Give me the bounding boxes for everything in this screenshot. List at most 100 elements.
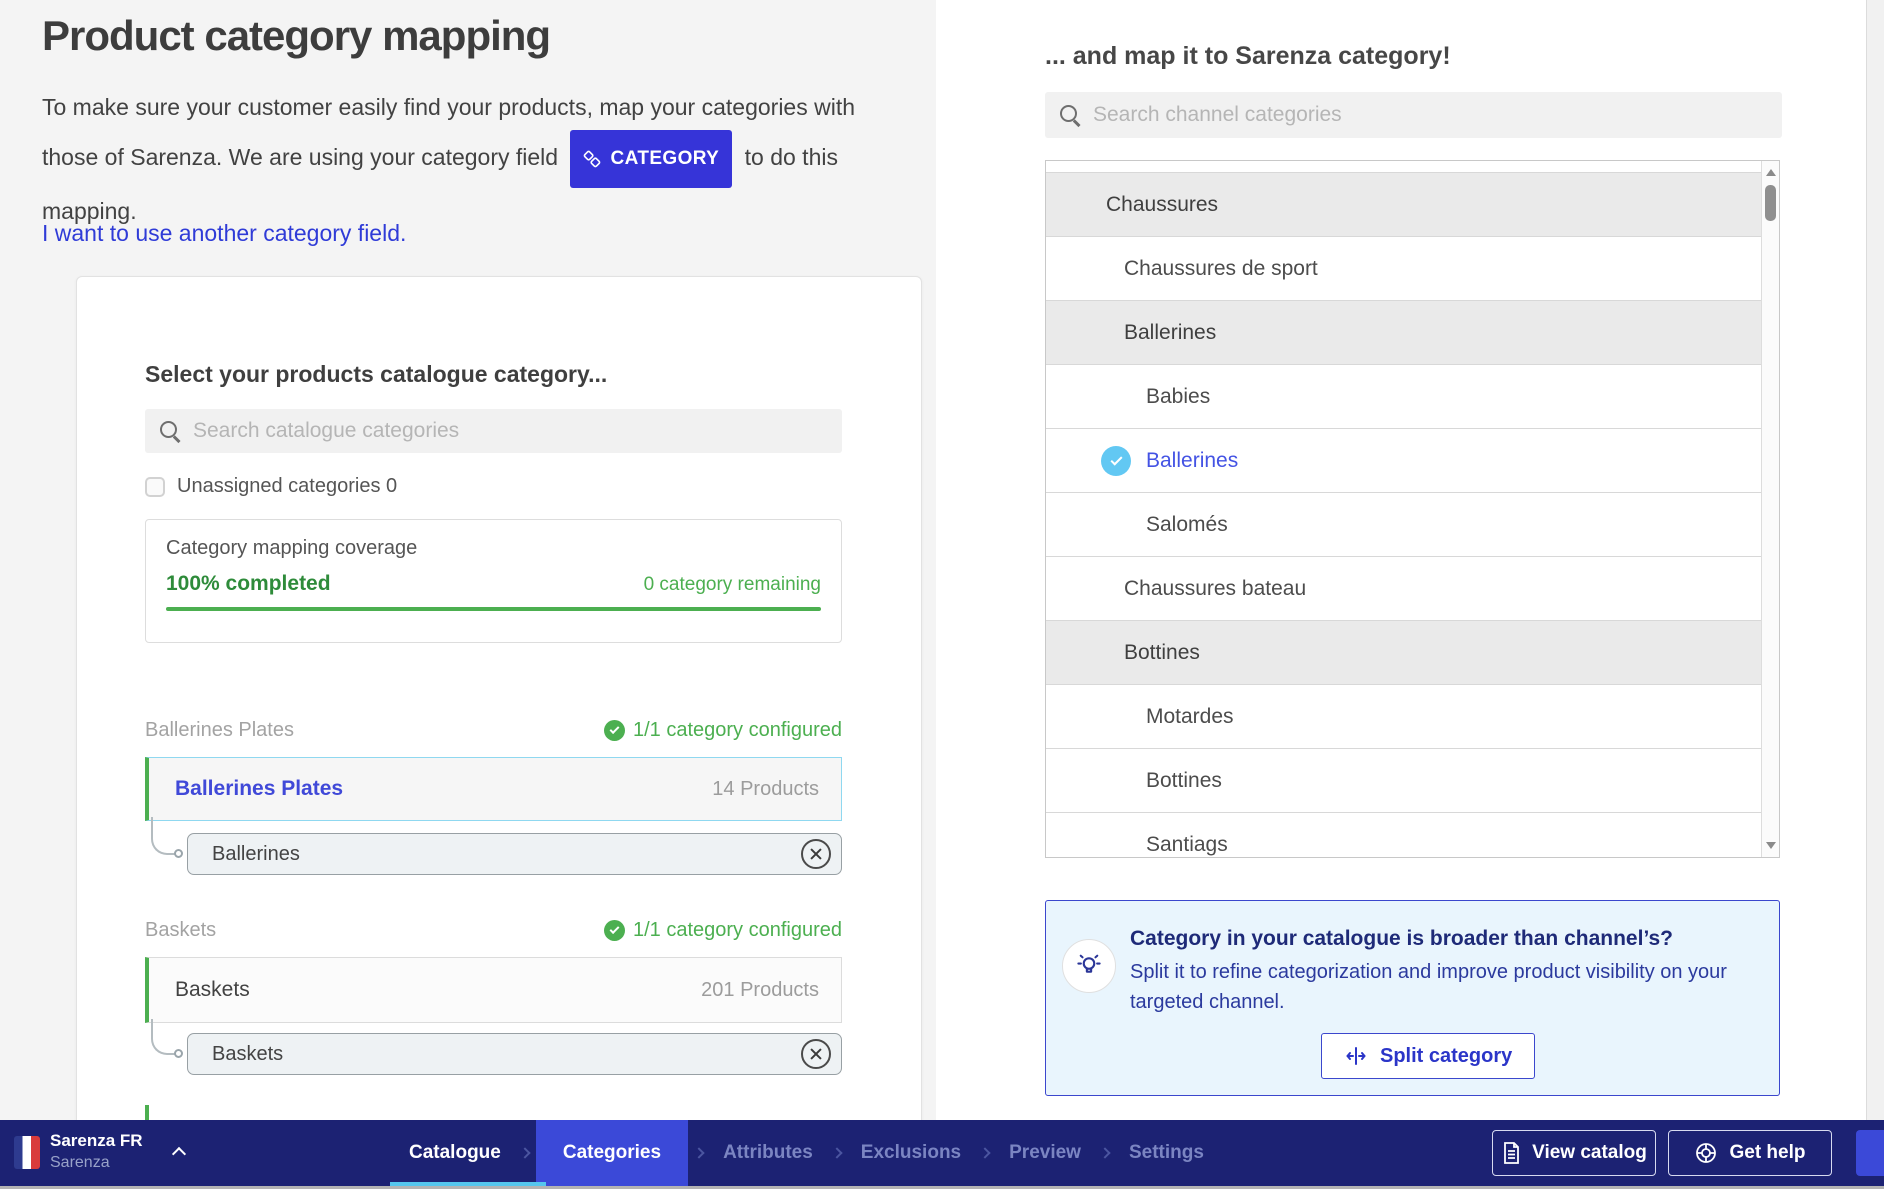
list-item-santiags[interactable]: Santiags	[1046, 813, 1762, 858]
mapped-chip-baskets: Baskets	[187, 1033, 842, 1075]
configured-label: 1/1 category configured	[633, 919, 842, 942]
catalogue-category-products: 14 Products	[712, 778, 819, 801]
coverage-row: 100% completed 0 category remaining	[166, 572, 821, 596]
step-settings[interactable]: Settings	[1116, 1142, 1217, 1164]
category-label: Salomés	[1146, 513, 1228, 537]
check-circle-icon	[604, 720, 625, 741]
mapped-chip-ballerines: Ballerines	[187, 833, 842, 875]
chevron-right-icon	[693, 1147, 704, 1158]
split-category-tip: Category in your catalogue is broader th…	[1045, 900, 1780, 1096]
catalogue-category-baskets[interactable]: Baskets 201 Products	[145, 957, 842, 1023]
list-item-babies[interactable]: Babies	[1046, 365, 1762, 429]
tip-body-line1: Split it to refine categorization and im…	[1130, 961, 1727, 984]
step-attributes[interactable]: Attributes	[710, 1142, 826, 1164]
scrollbar-thumb[interactable]	[1765, 185, 1776, 221]
list-item-ballerines-group[interactable]: Ballerines	[1046, 301, 1762, 365]
step-categories[interactable]: Categories	[536, 1120, 688, 1186]
list-item-chaussures-de-sport[interactable]: Chaussures de sport	[1046, 237, 1762, 301]
description-line2-suffix: to do this	[745, 144, 838, 170]
category-label: Santiags	[1146, 833, 1228, 857]
list-scrollbar[interactable]	[1761, 161, 1779, 857]
section-label: Ballerines Plates	[145, 719, 294, 742]
list-item-bottines-group[interactable]: Bottines	[1046, 621, 1762, 685]
category-label: Chaussures bateau	[1124, 577, 1306, 601]
mapping-node-dot	[174, 849, 183, 858]
category-label: Motardes	[1146, 705, 1234, 729]
channel-category-panel: ... and map it to Sarenza category! Chau…	[936, 0, 1866, 1189]
coverage-panel: Category mapping coverage 100% completed…	[145, 519, 842, 643]
category-label: Bottines	[1124, 641, 1200, 665]
selected-check-icon	[1101, 446, 1131, 476]
category-label: Babies	[1146, 385, 1210, 409]
view-catalog-button[interactable]: View catalog	[1492, 1130, 1656, 1176]
mapped-chip-label: Ballerines	[212, 843, 300, 866]
search-icon	[159, 420, 181, 442]
get-help-button[interactable]: Get help	[1668, 1130, 1832, 1176]
store-subtitle: Sarenza	[50, 1154, 110, 1172]
list-item-chaussures-bateau[interactable]: Chaussures bateau	[1046, 557, 1762, 621]
catalogue-card-heading: Select your products catalogue category.…	[145, 361, 607, 388]
chevron-right-icon	[831, 1147, 842, 1158]
catalogue-category-ballerines-plates[interactable]: Ballerines Plates 14 Products	[145, 757, 842, 821]
step-catalogue[interactable]: Catalogue	[396, 1142, 514, 1164]
partial-action-button[interactable]	[1856, 1130, 1884, 1176]
page-description: To make sure your customer easily find y…	[42, 84, 922, 234]
page-title: Product category mapping	[42, 12, 550, 60]
scroll-up-arrow-icon[interactable]	[1766, 169, 1776, 176]
tip-title: Category in your catalogue is broader th…	[1130, 927, 1673, 951]
unassigned-checkbox[interactable]	[145, 477, 165, 497]
bottom-navbar: Sarenza FR Sarenza Catalogue Categories …	[0, 1120, 1884, 1186]
category-label: Chaussures	[1106, 193, 1218, 217]
tip-body-line2: targeted channel.	[1130, 991, 1285, 1014]
channel-search-input[interactable]	[1093, 103, 1768, 127]
lightbulb-badge	[1062, 939, 1116, 993]
remove-mapping-button[interactable]	[801, 839, 831, 869]
mapping-node-dot	[174, 1049, 183, 1058]
scroll-down-arrow-icon[interactable]	[1766, 842, 1776, 849]
unassigned-filter-row: Unassigned categories 0	[145, 475, 397, 498]
description-line2-prefix: those of Sarenza. We are using your cate…	[42, 144, 558, 170]
channel-panel-heading: ... and map it to Sarenza category!	[1045, 42, 1451, 71]
step-preview[interactable]: Preview	[996, 1142, 1094, 1164]
category-label: Bottines	[1146, 769, 1222, 793]
product-category-mapping-page: Product category mapping To make sure yo…	[0, 0, 1884, 1189]
section-header-baskets: Baskets 1/1 category configured	[145, 919, 842, 942]
unassigned-label: Unassigned categories 0	[177, 475, 397, 498]
category-label: Ballerines	[1124, 321, 1216, 345]
catalogue-search-input[interactable]	[193, 419, 828, 443]
store-switcher-chevron-up-icon[interactable]	[172, 1147, 186, 1161]
category-field-badge: CATEGORY	[570, 130, 732, 188]
catalogue-search	[145, 409, 842, 453]
coverage-title: Category mapping coverage	[166, 537, 821, 560]
catalogue-category-title: Baskets	[175, 978, 250, 1002]
catalogue-category-title: Ballerines Plates	[175, 777, 343, 801]
configured-status: 1/1 category configured	[604, 719, 842, 742]
mapped-chip-label: Baskets	[212, 1043, 283, 1066]
configured-status: 1/1 category configured	[604, 919, 842, 942]
configured-label: 1/1 category configured	[633, 719, 842, 742]
chevron-right-icon	[979, 1147, 990, 1158]
list-item-ballerines-selected[interactable]: Ballerines	[1046, 429, 1762, 493]
page-scrollbar[interactable]	[1866, 0, 1884, 1120]
channel-category-list: Chaussures Chaussures de sport Ballerine…	[1045, 160, 1780, 858]
category-label: Ballerines	[1146, 449, 1238, 473]
list-item-motardes[interactable]: Motardes	[1046, 685, 1762, 749]
get-help-label: Get help	[1729, 1142, 1805, 1164]
list-item-chaussures[interactable]: Chaussures	[1046, 173, 1762, 237]
use-another-category-field-link[interactable]: I want to use another category field.	[42, 220, 406, 247]
chevron-right-icon	[519, 1147, 530, 1158]
view-catalog-label: View catalog	[1532, 1142, 1647, 1164]
step-exclusions[interactable]: Exclusions	[848, 1142, 974, 1164]
list-item-salomes[interactable]: Salomés	[1046, 493, 1762, 557]
remove-mapping-button[interactable]	[801, 1039, 831, 1069]
lifebuoy-icon	[1694, 1141, 1718, 1165]
document-icon	[1501, 1141, 1521, 1165]
coverage-remaining: 0 category remaining	[644, 574, 821, 596]
list-item-bottines[interactable]: Bottines	[1046, 749, 1762, 813]
check-circle-icon	[604, 920, 625, 941]
category-label: Chaussures de sport	[1124, 257, 1318, 281]
description-line1: To make sure your customer easily find y…	[42, 94, 855, 120]
link-chain-icon	[583, 150, 601, 168]
split-category-button[interactable]: Split category	[1321, 1033, 1535, 1079]
list-item-partial[interactable]	[1046, 161, 1762, 173]
